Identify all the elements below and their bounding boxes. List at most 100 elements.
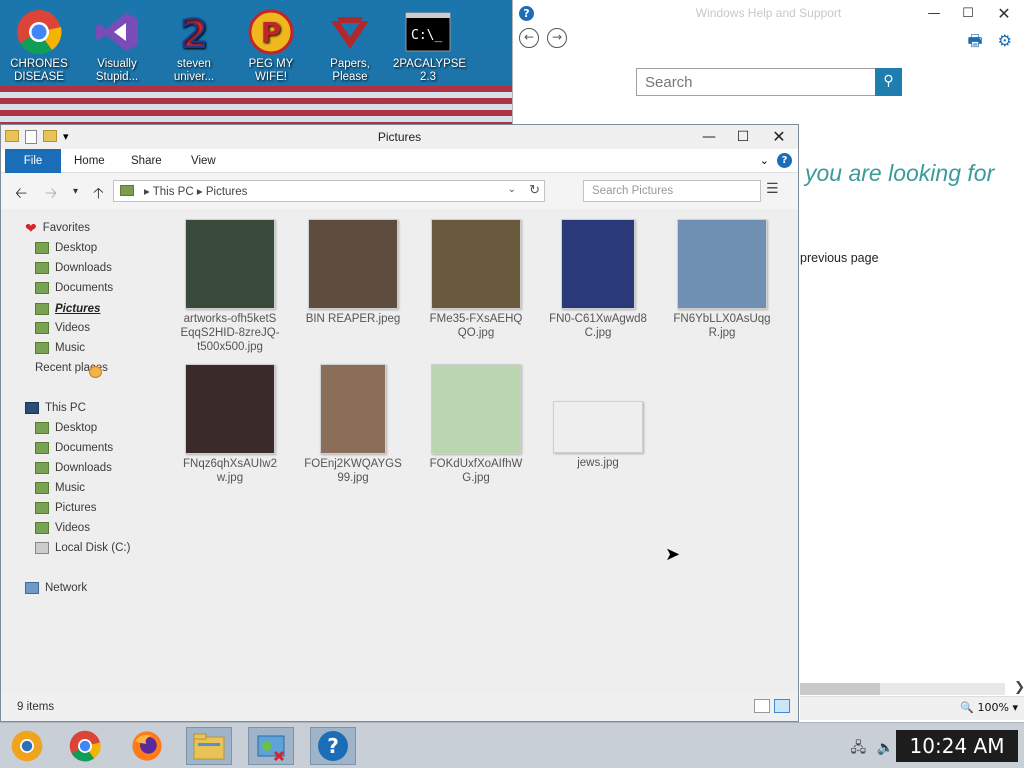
help-search-input[interactable]: Search — [636, 68, 876, 96]
maximize-button[interactable]: ☐ — [726, 125, 760, 149]
chevron-down-icon[interactable]: ⌄ — [508, 184, 516, 195]
search-button[interactable]: ⚲ — [875, 68, 902, 96]
file-item[interactable]: FMe35-FXsAEHQQO.jpg — [426, 219, 526, 340]
gear-icon[interactable]: ⚙ — [998, 31, 1012, 50]
details-view-icon[interactable] — [754, 699, 770, 713]
file-item[interactable]: FOEnj2KWQAYGS99.jpg — [303, 364, 403, 485]
file-item[interactable]: FNqz6qhXsAUIw2w.jpg — [180, 364, 280, 485]
refresh-icon[interactable]: ↻ — [529, 182, 540, 198]
image-thumbnail — [431, 219, 521, 309]
taskbar-clock[interactable]: 10:24 AM — [896, 730, 1018, 762]
nav-favorites-music[interactable]: Music — [35, 339, 85, 357]
nav-pc-documents[interactable]: Documents — [35, 439, 113, 457]
desktop-icon-steven-universe[interactable]: 2 steven univer... — [159, 8, 229, 84]
desktop-icon-2pacalypse[interactable]: C:\_ 2PACALYPSE 2.3 — [393, 8, 466, 84]
chrome-canary-icon — [11, 730, 43, 762]
svg-text:2: 2 — [181, 12, 207, 55]
network-tray-icon[interactable]: 🖧 — [850, 740, 866, 756]
nav-favorites-pictures[interactable]: Pictures — [35, 300, 100, 318]
desktop-icon-chrones-disease[interactable]: CHRONES DISEASE — [4, 8, 74, 84]
tab-home[interactable]: Home — [74, 149, 105, 173]
nav-label: Music — [55, 482, 86, 494]
taskbar-chrome-canary[interactable] — [4, 727, 50, 765]
tab-view[interactable]: View — [191, 149, 216, 173]
nav-pc-pictures[interactable]: Pictures — [35, 499, 97, 517]
nav-pc-local-disk[interactable]: Local Disk (C:) — [35, 539, 130, 557]
forward-button[interactable]: → — [547, 28, 567, 48]
taskbar-help[interactable]: ? — [310, 727, 356, 765]
tab-file[interactable]: File — [5, 149, 61, 173]
taskbar-control-panel[interactable] — [248, 727, 294, 765]
videos-icon — [35, 322, 49, 334]
steven-universe-icon: 2 — [170, 8, 218, 56]
visual-studio-icon — [93, 8, 141, 56]
desktop-icon-label: steven univer... — [173, 58, 215, 83]
recent-locations-icon[interactable]: ▾ — [73, 186, 78, 197]
help-icon[interactable]: ? — [777, 153, 792, 168]
taskbar-file-explorer[interactable] — [186, 727, 232, 765]
image-thumbnail — [553, 401, 643, 453]
image-thumbnail — [561, 219, 635, 309]
large-icons-view-icon[interactable] — [774, 699, 790, 713]
print-icon[interactable]: 🖶 — [967, 31, 982, 50]
maximize-button[interactable]: ☐ — [954, 4, 982, 24]
help-icon: ? — [318, 731, 348, 761]
desktop-icon-papers-please[interactable]: Papers, Please — [315, 8, 385, 84]
nav-label: Pictures — [55, 303, 101, 315]
nav-label: Pictures — [55, 502, 97, 514]
file-item[interactable]: FN0-C61XwAgwd8C.jpg — [548, 219, 648, 340]
minimize-button[interactable]: — — [920, 4, 948, 24]
zoom-control[interactable]: 🔍 100% ▾ — [960, 701, 1018, 714]
file-item[interactable]: FN6YbLLX0AsUqgR.jpg — [672, 219, 772, 340]
nav-pc-videos[interactable]: Videos — [35, 519, 90, 537]
desktop-icon-visually-stupid[interactable]: Visually Stupid... — [82, 8, 152, 84]
back-button[interactable]: 🡠 — [15, 183, 27, 208]
svg-text:?: ? — [327, 734, 339, 758]
file-item[interactable]: artworks-ofh5ketSEqqS2HID-8zreJQ-t500x50… — [180, 219, 280, 354]
file-name: FOEnj2KWQAYGS99.jpg — [304, 458, 402, 484]
nav-favorites-downloads[interactable]: Downloads — [35, 259, 112, 277]
nav-network[interactable]: Network — [25, 579, 87, 597]
address-bar[interactable]: ▸ This PC ▸ Pictures ⌄ ↻ — [113, 180, 545, 202]
horizontal-scrollbar[interactable]: ❯ — [800, 680, 1024, 695]
scroll-right-icon[interactable]: ❯ — [1014, 680, 1024, 695]
file-item[interactable]: FOKdUxfXoAIfhWG.jpg — [426, 364, 526, 485]
volume-icon[interactable]: 🔈 — [877, 740, 894, 756]
music-icon — [35, 342, 49, 354]
close-button[interactable]: ✕ — [762, 125, 796, 149]
nav-favorites-desktop[interactable]: Desktop — [35, 239, 97, 257]
scrollbar-thumb[interactable] — [800, 683, 880, 695]
zoom-level: 100% — [977, 701, 1009, 714]
taskbar-firefox[interactable] — [124, 727, 170, 765]
nav-pc-downloads[interactable]: Downloads — [35, 459, 112, 477]
nav-favorites[interactable]: ❤ Favorites — [25, 219, 90, 237]
back-button[interactable]: ← — [519, 28, 539, 48]
close-button[interactable]: ✕ — [990, 4, 1018, 24]
menu-icon[interactable]: ☰ — [766, 181, 779, 197]
downloads-icon — [35, 262, 49, 274]
taskbar-chrome[interactable] — [62, 727, 108, 765]
nav-favorites-documents[interactable]: Documents — [35, 279, 113, 297]
forward-button[interactable]: 🡢 — [45, 183, 57, 208]
breadcrumb-pictures[interactable]: Pictures — [206, 186, 248, 198]
network-icon — [25, 582, 39, 594]
nav-pc-music[interactable]: Music — [35, 479, 85, 497]
nav-pc-desktop[interactable]: Desktop — [35, 419, 97, 437]
firefox-icon — [132, 731, 162, 761]
minimize-button[interactable]: — — [692, 125, 726, 149]
file-item[interactable]: BIN REAPER.jpeg — [303, 219, 403, 326]
breadcrumb-this-pc[interactable]: This PC — [153, 186, 194, 198]
expand-ribbon-icon[interactable]: ⌄ — [760, 154, 769, 167]
svg-text:P: P — [261, 16, 282, 49]
search-input[interactable]: Search Pictures — [583, 180, 761, 202]
up-button[interactable]: 🡡 — [93, 183, 104, 208]
nav-this-pc[interactable]: This PC — [25, 399, 86, 417]
nav-favorites-recent-places[interactable]: Recent places — [35, 359, 108, 378]
desktop-icon-peg-my-wife[interactable]: P PEG MY WIFE! — [236, 8, 306, 84]
file-item[interactable]: jews.jpg — [548, 401, 648, 470]
help-titlebar: ? Windows Help and Support — ☐ ✕ — [513, 0, 1024, 28]
disk-icon — [35, 542, 49, 554]
tab-share[interactable]: Share — [131, 149, 162, 173]
nav-favorites-videos[interactable]: Videos — [35, 319, 90, 337]
item-count: 9 items — [17, 701, 55, 713]
